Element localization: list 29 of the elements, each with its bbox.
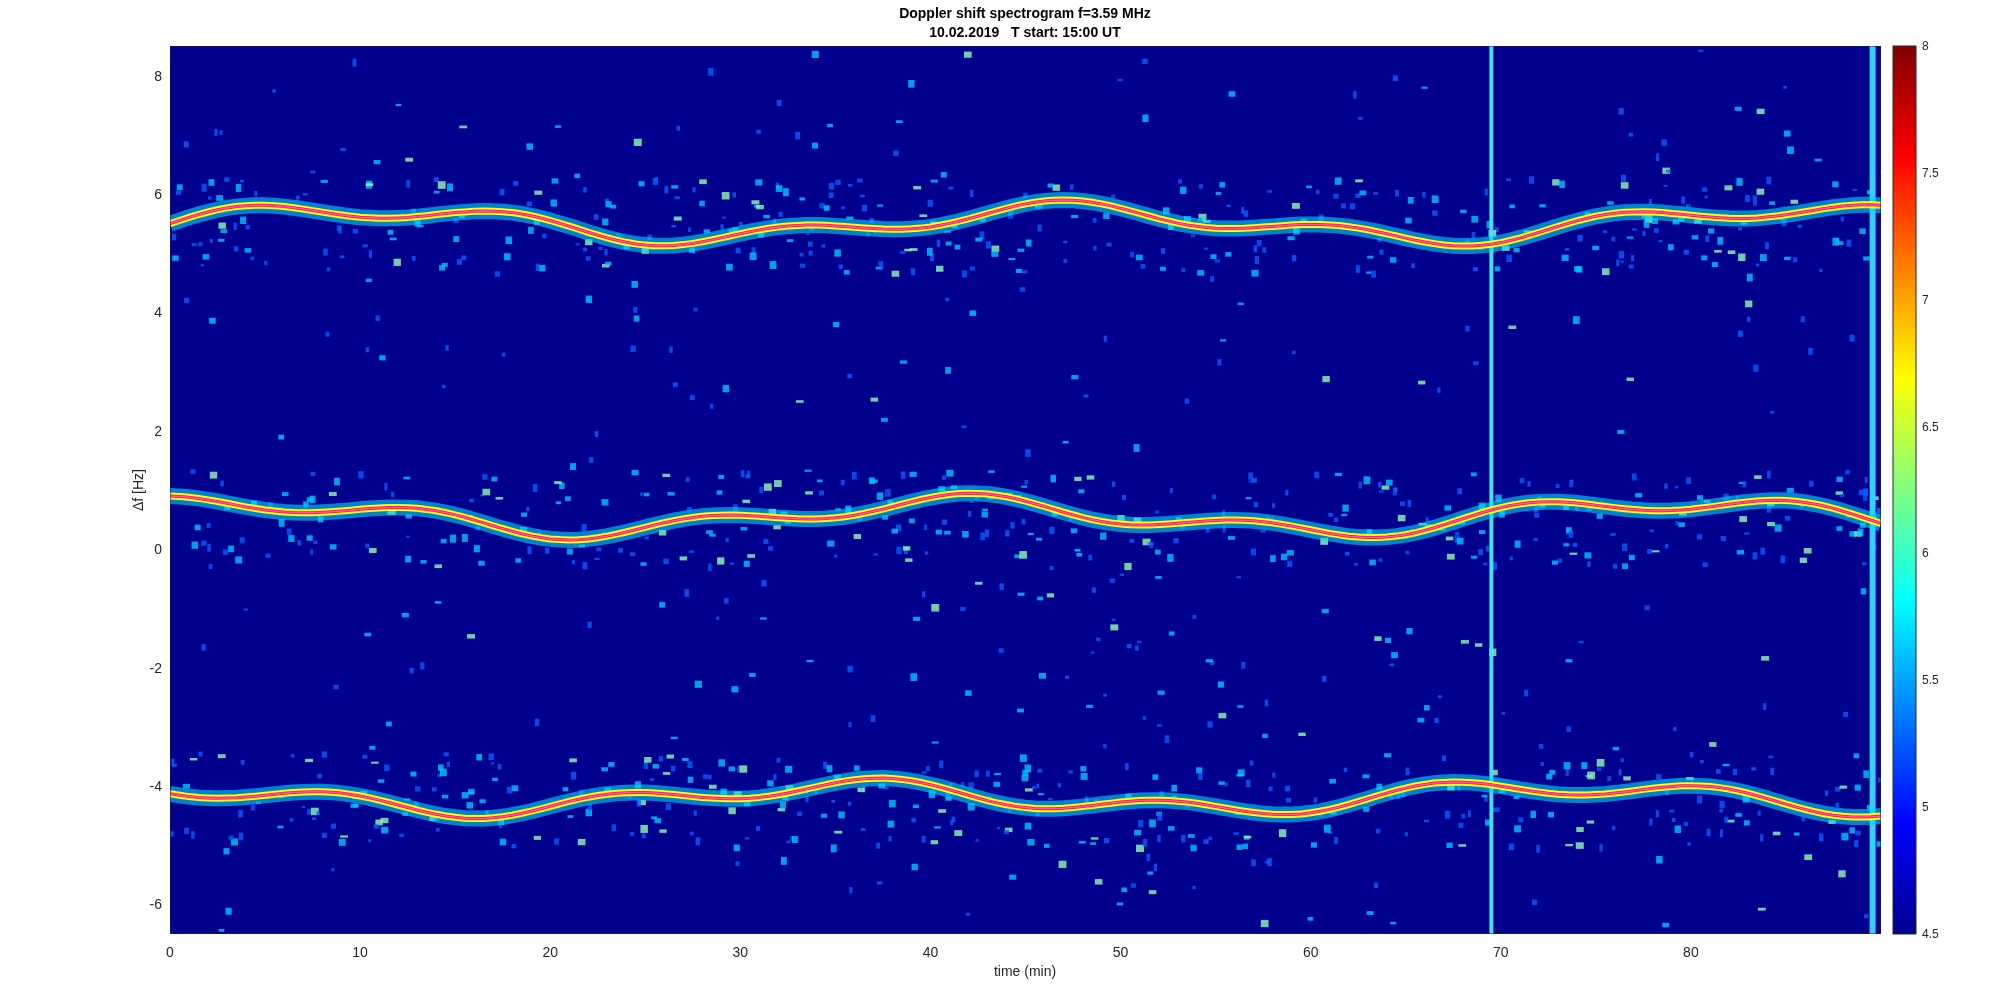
tick-label: -4 bbox=[149, 778, 162, 794]
tick-label: 40 bbox=[922, 944, 939, 960]
colorbar-tick-label: 7 bbox=[1922, 292, 1929, 307]
tick-label: 6 bbox=[154, 186, 162, 202]
chart-title: Doppler shift spectrogram f=3.59 MHz bbox=[899, 5, 1151, 21]
tick-label: 20 bbox=[542, 944, 558, 960]
axis-label: time (min) bbox=[993, 963, 1057, 979]
tick-label: 0 bbox=[166, 944, 174, 960]
colorbar-tick-label: 6.5 bbox=[1922, 419, 1939, 434]
tick-label: 10 bbox=[352, 944, 368, 960]
tick-label: -6 bbox=[149, 896, 162, 913]
tick-label: -2 bbox=[149, 659, 162, 676]
colorbar-tick-label: 4.5 bbox=[1922, 927, 1939, 941]
tick-label: 60 bbox=[1302, 944, 1319, 960]
tick-label: 2 bbox=[154, 422, 162, 439]
colorbar-tick-label: 5.5 bbox=[1922, 673, 1939, 688]
colorbar-tick-label: 7.5 bbox=[1922, 165, 1939, 180]
colorbar-tick-label: 8 bbox=[1922, 39, 1929, 53]
chart-subtitle: 10.02.2019 T start: 15:00 UT bbox=[929, 24, 1121, 40]
tick-label: 8 bbox=[154, 67, 162, 84]
tick-label: 50 bbox=[1112, 944, 1129, 960]
tick-label: 0 bbox=[154, 541, 162, 558]
colorbar-tick-label: 6 bbox=[1922, 546, 1929, 561]
tick-label: 30 bbox=[732, 944, 749, 960]
tick-label: 70 bbox=[1493, 944, 1509, 960]
axis-label: Δf [Hz] bbox=[130, 469, 146, 511]
tick-label: 80 bbox=[1683, 944, 1699, 960]
colorbar-tick-label: 5 bbox=[1922, 800, 1929, 815]
tick-label: 4 bbox=[154, 304, 162, 321]
